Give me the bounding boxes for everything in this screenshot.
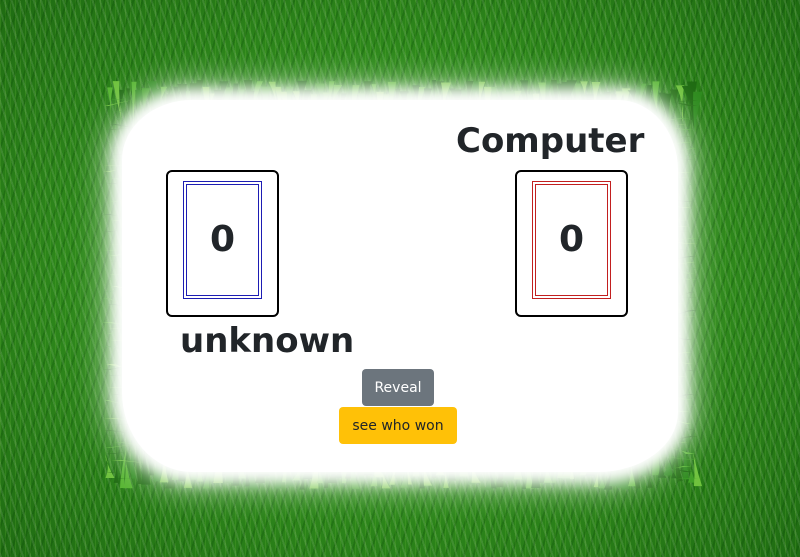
grass-blade [104,454,115,479]
grass-blade [693,91,703,132]
see-who-won-button[interactable]: see who won [339,407,457,444]
reveal-button[interactable]: Reveal [362,369,434,406]
grass-blade [664,93,672,122]
game-stage: Computer 0 0 unknown Reveal see who won [0,0,800,557]
grass-blade [113,442,119,483]
grass-blade [125,88,131,114]
grass-blade [141,88,151,113]
grass-blade [136,446,143,485]
computer-card-value: 0 [558,219,585,260]
grass-blade [675,154,698,159]
computer-card: 0 [515,170,628,317]
grass-blade [669,447,695,454]
player-card-face: 0 [183,181,262,299]
grass-blade [669,89,679,116]
grass-blade [683,437,689,480]
player-card: 0 [166,170,279,317]
grass-blade [674,436,698,441]
grass-blade [665,442,688,445]
grass-blade [652,81,660,112]
player-card-value: 0 [209,219,236,260]
grass-blade [664,124,687,126]
grass-blade [645,462,653,488]
grass-blade [130,449,137,479]
computer-card-face: 0 [532,181,611,299]
grass-blade [104,444,137,448]
player-name-label: unknown [180,321,355,361]
grass-blade [107,87,113,111]
grass-blade [674,446,683,482]
grass-blade [666,111,690,112]
computer-name-label: Computer [456,121,645,161]
